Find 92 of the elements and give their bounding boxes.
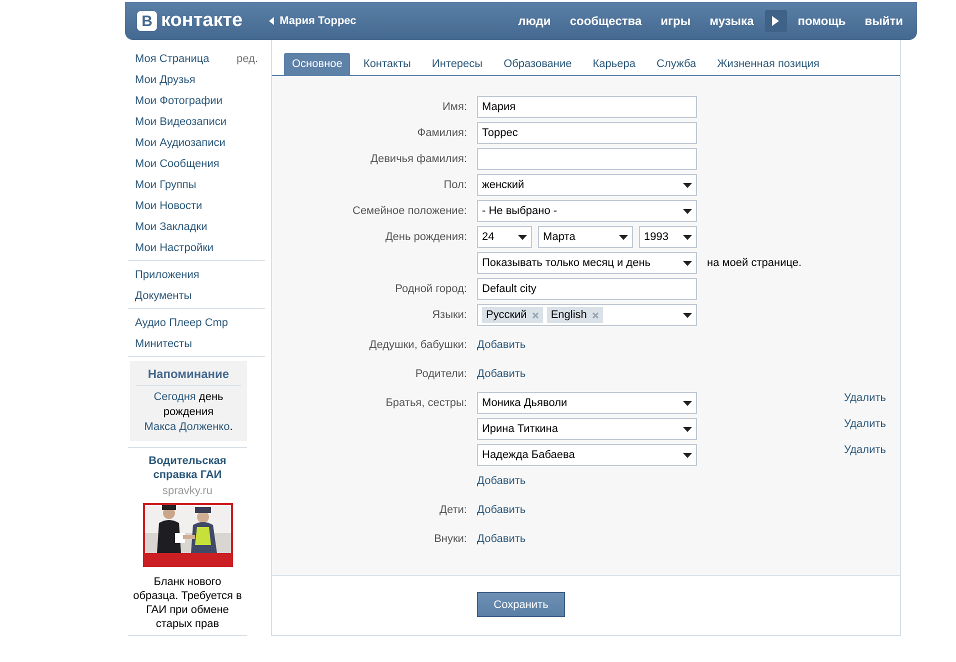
- sidebar-item[interactable]: Мои Новости: [128, 195, 265, 216]
- tab[interactable]: Интересы: [424, 53, 491, 75]
- dropdown-caret-icon: [683, 234, 692, 240]
- delete-link[interactable]: Удалить: [844, 444, 886, 456]
- field-label: Родители:: [414, 367, 467, 382]
- remove-tag-icon[interactable]: [532, 312, 539, 318]
- nav-link[interactable]: выйти: [864, 14, 903, 28]
- dropdown[interactable]: Моника Дьяволи: [477, 392, 697, 414]
- input-field[interactable]: Default city: [477, 278, 697, 300]
- sidebar-item[interactable]: Мои Сообщения: [128, 153, 265, 174]
- dropdown[interactable]: женский: [477, 174, 697, 196]
- delete-link[interactable]: Удалить: [844, 418, 886, 430]
- dropdown[interactable]: 1993: [639, 226, 697, 248]
- field-label: Имя:: [442, 100, 467, 115]
- sidebar-item[interactable]: Моя Страница: [135, 52, 210, 64]
- language-tag: Русский: [482, 307, 543, 323]
- field-label: Языки:: [431, 308, 467, 323]
- input-field[interactable]: Мария: [477, 96, 697, 118]
- tab[interactable]: Образование: [496, 53, 580, 75]
- field-label: День рождения:: [384, 230, 467, 245]
- ad-title[interactable]: Водительская справка ГАИ: [138, 454, 238, 482]
- dropdown-caret-icon: [683, 312, 692, 318]
- field-label: Родной город:: [394, 282, 467, 297]
- nav-link[interactable]: игры: [660, 14, 691, 28]
- sidebar-item[interactable]: Мои Группы: [128, 174, 265, 195]
- sidebar-item[interactable]: Документы: [128, 285, 265, 306]
- dropdown[interactable]: Показывать только месяц и день: [477, 252, 697, 274]
- sidebar-item[interactable]: Мои Друзья: [128, 69, 265, 90]
- dropdown[interactable]: Надежда Бабаева: [477, 444, 697, 466]
- add-link[interactable]: Добавить: [477, 499, 526, 521]
- ad-text: Бланк нового образца. Требуется в ГАИ при обмене старых прав: [132, 575, 243, 631]
- field-label: Семейное положение:: [352, 204, 467, 219]
- back-link[interactable]: Мария Торрес: [268, 15, 356, 27]
- field-label: Дети:: [438, 503, 467, 518]
- logo-text: контакте: [161, 10, 243, 32]
- tab[interactable]: Контакты: [355, 53, 419, 75]
- sidebar-item[interactable]: Минитесты: [128, 333, 265, 354]
- tab[interactable]: Жизненная позиция: [709, 53, 828, 75]
- remove-tag-icon[interactable]: [592, 312, 599, 318]
- sidebar-item[interactable]: Мои Видеозаписи: [128, 111, 265, 132]
- play-icon: [772, 16, 780, 26]
- field-label: Братья, сестры:: [384, 396, 467, 411]
- ad-domain: spravky.ru: [162, 485, 212, 497]
- dropdown[interactable]: 24: [477, 226, 532, 248]
- nav-link[interactable]: музыка: [710, 14, 754, 28]
- dropdown-caret-icon: [683, 182, 692, 188]
- sidebar-item[interactable]: Мои Закладки: [128, 216, 265, 237]
- save-button[interactable]: Сохранить: [477, 592, 565, 617]
- tag-select[interactable]: Русский English: [477, 304, 697, 326]
- add-link[interactable]: Добавить: [477, 528, 526, 550]
- dropdown-caret-icon: [619, 234, 628, 240]
- tab[interactable]: Основное: [284, 53, 350, 75]
- add-link[interactable]: Добавить: [477, 470, 886, 492]
- reminder-link[interactable]: Сегодня: [154, 391, 196, 403]
- dropdown-caret-icon: [683, 208, 692, 214]
- field-note: на моей странице.: [707, 256, 803, 271]
- dropdown-caret-icon: [518, 234, 527, 240]
- dropdown-caret-icon: [683, 400, 692, 406]
- reminder-title: Напоминание: [136, 367, 241, 386]
- sidebar-item[interactable]: Мои Фотографии: [128, 90, 265, 111]
- delete-link[interactable]: Удалить: [844, 392, 886, 404]
- dropdown-caret-icon: [683, 426, 692, 432]
- sidebar-item[interactable]: Аудио Плеер Cmp: [128, 312, 265, 333]
- nav-link[interactable]: сообщества: [570, 14, 642, 28]
- edit-link[interactable]: ред.: [236, 52, 258, 64]
- field-label: Пол:: [442, 178, 467, 193]
- dropdown-caret-icon: [683, 452, 692, 458]
- dropdown[interactable]: - Не выбрано -: [477, 200, 697, 222]
- sidebar-item[interactable]: Мои Аудиозаписи: [128, 132, 265, 153]
- add-link[interactable]: Добавить: [477, 363, 526, 385]
- play-button[interactable]: [764, 10, 787, 32]
- tab[interactable]: Карьера: [584, 53, 644, 75]
- add-link[interactable]: Добавить: [477, 334, 526, 356]
- field-label: Фамилия:: [416, 126, 467, 141]
- input-field[interactable]: Торрес: [477, 122, 697, 144]
- sidebar-item[interactable]: Приложения: [128, 264, 265, 285]
- reminder-link[interactable]: Макса Долженко: [144, 421, 230, 433]
- field-label: Дедушки, бабушки:: [368, 338, 467, 353]
- sidebar-item[interactable]: Мои Настройки: [128, 237, 265, 258]
- logo-mark: В: [137, 11, 157, 31]
- field-label: Внуки:: [433, 532, 467, 547]
- input-field[interactable]: [477, 148, 697, 170]
- dropdown-caret-icon: [683, 260, 692, 266]
- back-arrow-icon: [268, 17, 274, 25]
- field-label: Девичья фамилия:: [370, 152, 467, 167]
- nav-link[interactable]: люди: [518, 14, 551, 28]
- language-tag: English: [546, 307, 603, 323]
- tab[interactable]: Служба: [648, 53, 704, 75]
- dropdown[interactable]: Ирина Титкина: [477, 418, 697, 440]
- nav-link[interactable]: помощь: [798, 14, 846, 28]
- reminder-text: Сегодня день рождения Макса Долженко.: [143, 390, 234, 435]
- dropdown[interactable]: Марта: [538, 226, 633, 248]
